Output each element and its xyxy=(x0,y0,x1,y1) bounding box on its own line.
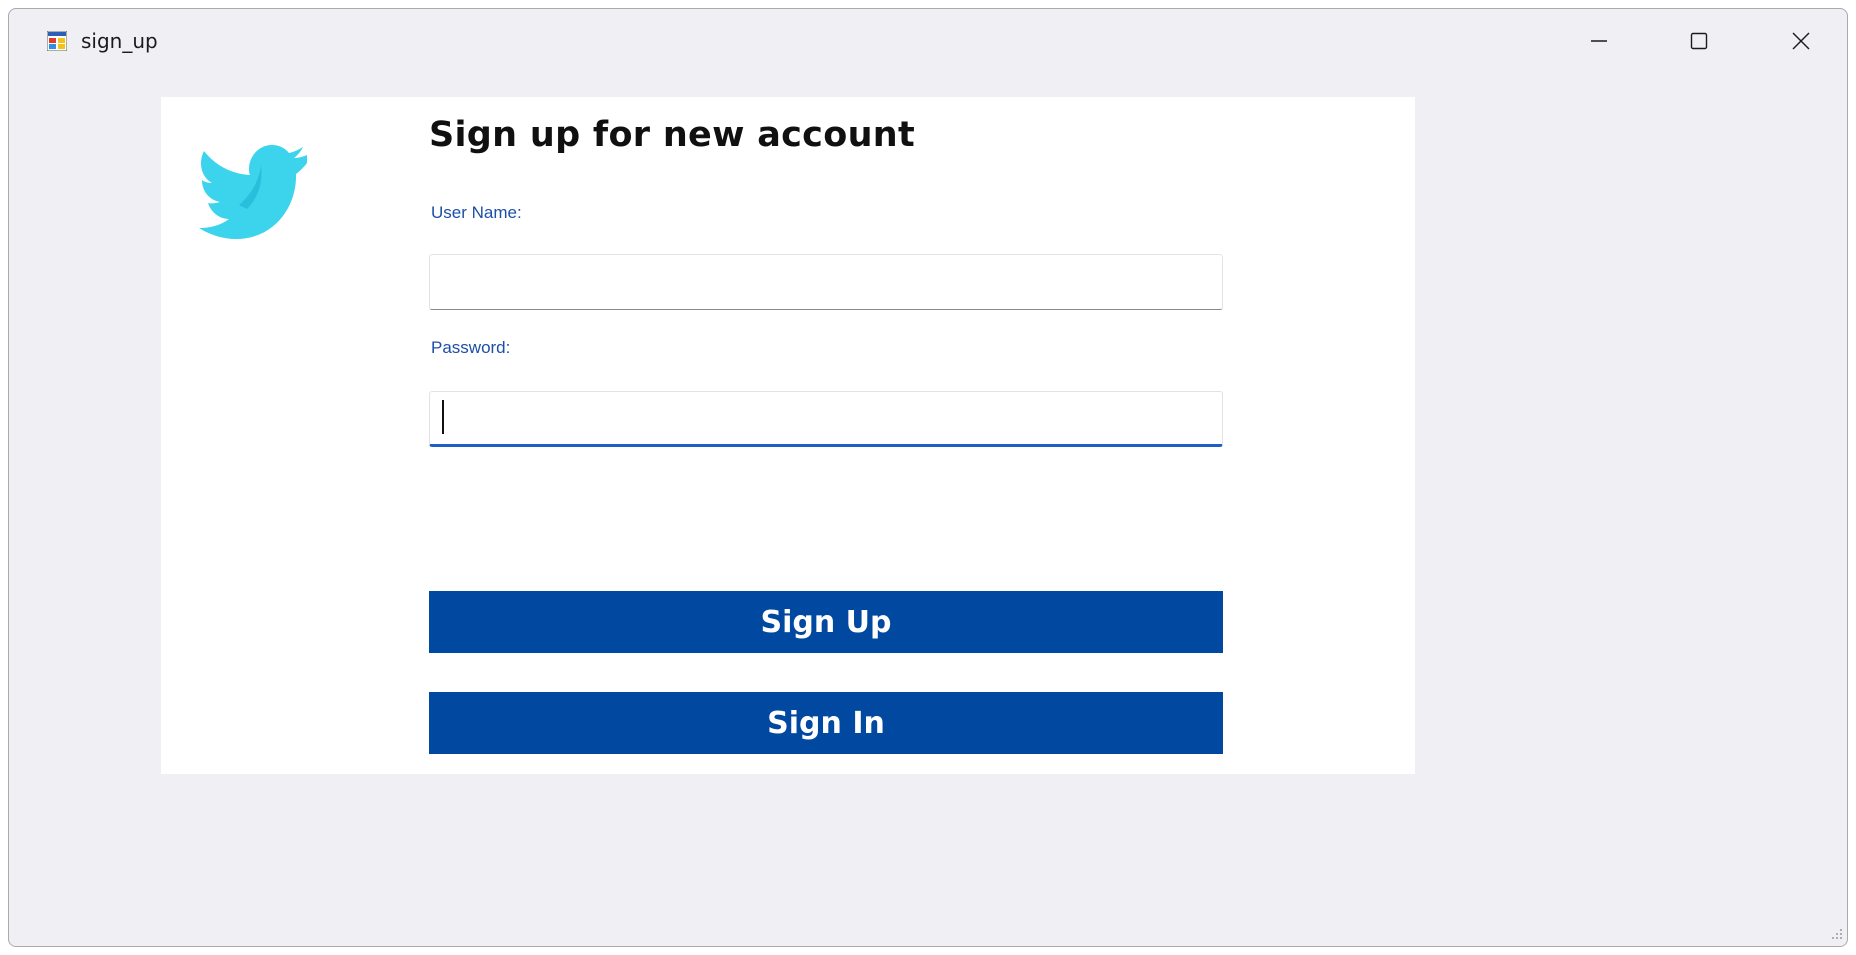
sign-up-panel: Sign up for new account User Name: Passw… xyxy=(161,97,1415,774)
sign-in-button[interactable]: Sign In xyxy=(429,692,1223,754)
minimize-button[interactable] xyxy=(1559,17,1639,65)
password-input[interactable] xyxy=(429,391,1223,447)
twitter-bird-icon xyxy=(199,145,307,239)
close-icon xyxy=(1792,32,1810,50)
page-title: Sign up for new account xyxy=(429,115,916,155)
username-input[interactable] xyxy=(429,254,1223,310)
sign-up-button[interactable]: Sign Up xyxy=(429,591,1223,653)
maximize-button[interactable] xyxy=(1659,17,1739,65)
sign-up-window: sign_up Sign up for new account User Nam… xyxy=(8,8,1848,947)
password-label: Password: xyxy=(431,338,511,357)
title-bar[interactable]: sign_up xyxy=(9,9,1847,73)
resize-grip-icon[interactable] xyxy=(1829,928,1843,942)
winforms-app-icon xyxy=(47,31,67,51)
minimize-icon xyxy=(1591,40,1607,42)
text-caret xyxy=(442,400,444,434)
username-label: User Name: xyxy=(431,203,522,222)
window-title: sign_up xyxy=(81,29,158,53)
maximize-icon xyxy=(1690,32,1708,50)
close-button[interactable] xyxy=(1761,17,1841,65)
